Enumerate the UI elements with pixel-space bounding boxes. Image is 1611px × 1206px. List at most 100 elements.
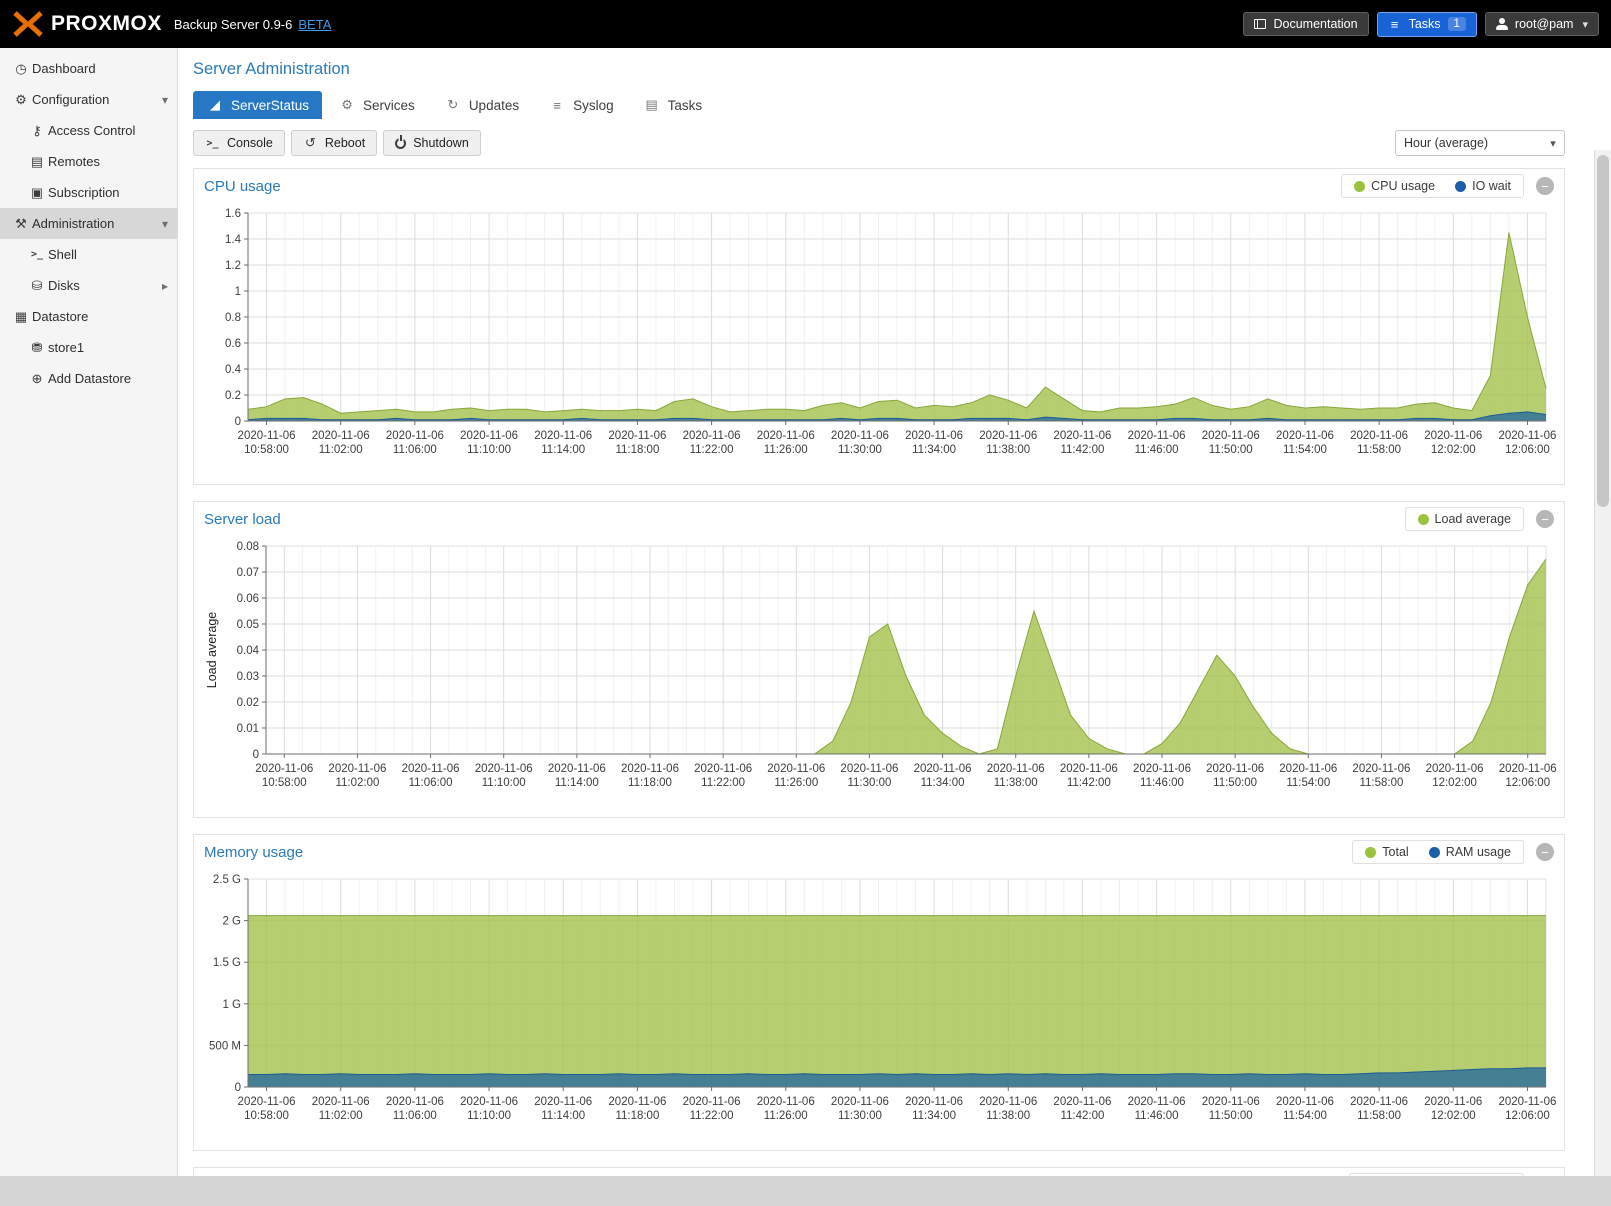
collapse-icon[interactable]: −	[1536, 510, 1554, 528]
tab-label: Services	[363, 98, 415, 113]
svg-text:Load average: Load average	[205, 612, 219, 689]
svg-text:11:34:00: 11:34:00	[912, 444, 956, 456]
svg-text:11:02:00: 11:02:00	[319, 1110, 363, 1122]
tab-label: Syslog	[573, 98, 614, 113]
svg-text:0.4: 0.4	[225, 364, 242, 376]
sidebar-item-disks[interactable]: ⛁Disks▸	[0, 270, 177, 301]
svg-text:0.04: 0.04	[237, 645, 260, 657]
tab-tasks[interactable]: ▤Tasks	[630, 91, 716, 119]
svg-text:11:54:00: 11:54:00	[1286, 777, 1330, 789]
svg-text:2020-11-06: 2020-11-06	[1352, 763, 1410, 775]
tab-label: Tasks	[668, 98, 703, 113]
svg-text:11:18:00: 11:18:00	[615, 1110, 659, 1122]
legend-item-io-wait[interactable]: IO wait	[1455, 179, 1511, 193]
legend-item-ram-usage[interactable]: RAM usage	[1429, 845, 1511, 859]
top-header: PROXMOX Backup Server 0.9-6 BETA Documen…	[0, 0, 1611, 48]
svg-text:2020-11-06: 2020-11-06	[1499, 763, 1556, 775]
refresh-icon: ↻	[444, 97, 462, 113]
tab-syslog[interactable]: ≡Syslog	[535, 91, 627, 119]
legend-dot-icon	[1429, 847, 1440, 858]
svg-text:12:02:00: 12:02:00	[1431, 1110, 1476, 1122]
reboot-button[interactable]: ↺Reboot	[291, 130, 377, 156]
sidebar-item-administration[interactable]: ⚒Administration▾	[0, 208, 177, 239]
svg-text:10:58:00: 10:58:00	[244, 444, 289, 456]
legend-item-load-average[interactable]: Load average	[1418, 512, 1511, 526]
power-icon	[395, 138, 406, 149]
documentation-button[interactable]: Documentation	[1243, 12, 1368, 36]
memory-usage-chart: 2020-11-0610:58:002020-11-0611:02:002020…	[202, 871, 1556, 1139]
svg-text:2020-11-06: 2020-11-06	[386, 1096, 444, 1108]
svg-text:11:42:00: 11:42:00	[1067, 777, 1111, 789]
svg-text:11:46:00: 11:46:00	[1140, 777, 1184, 789]
legend-label: Total	[1382, 845, 1408, 859]
svg-text:11:50:00: 11:50:00	[1209, 444, 1253, 456]
console-button[interactable]: >_Console	[193, 130, 285, 156]
disks-icon: ⛁	[28, 278, 46, 294]
sidebar-item-dashboard[interactable]: ◷Dashboard	[0, 53, 177, 84]
svg-text:11:30:00: 11:30:00	[838, 444, 882, 456]
svg-text:11:26:00: 11:26:00	[764, 1110, 808, 1122]
header-actions: Documentation ≡ Tasks 1 root@pam ▾	[1243, 12, 1599, 37]
sidebar-item-store1[interactable]: ⛃store1	[0, 332, 177, 363]
svg-text:2020-11-06: 2020-11-06	[1276, 1096, 1334, 1108]
tab-services[interactable]: ⚙Services	[325, 91, 428, 119]
user-icon	[1496, 18, 1508, 31]
sidebar-item-label: Datastore	[32, 309, 88, 324]
svg-text:2020-11-06: 2020-11-06	[1128, 1096, 1186, 1108]
svg-text:11:38:00: 11:38:00	[994, 777, 1038, 789]
svg-text:2020-11-06: 2020-11-06	[621, 763, 679, 775]
svg-text:11:06:00: 11:06:00	[393, 444, 437, 456]
collapse-icon[interactable]: −	[1536, 843, 1554, 861]
sidebar-item-label: Configuration	[32, 92, 109, 107]
legend-dot-icon	[1418, 514, 1429, 525]
sidebar-item-label: store1	[48, 340, 84, 355]
tasks-button[interactable]: ≡ Tasks 1	[1377, 12, 1477, 37]
sidebar-item-shell[interactable]: >_Shell	[0, 239, 177, 270]
chart-legend: Load average	[1405, 507, 1524, 531]
legend-label: IO wait	[1472, 179, 1511, 193]
svg-text:0.05: 0.05	[237, 619, 259, 631]
svg-text:2020-11-06: 2020-11-06	[1498, 1096, 1556, 1108]
sidebar-item-subscription[interactable]: ▣Subscription	[0, 177, 177, 208]
svg-text:11:02:00: 11:02:00	[319, 444, 363, 456]
sidebar-item-datastore[interactable]: ▦Datastore	[0, 301, 177, 332]
sidebar-item-add-datastore[interactable]: ⊕Add Datastore	[0, 363, 177, 394]
caret-down-icon[interactable]: ▾	[162, 93, 168, 107]
user-menu-button[interactable]: root@pam ▾	[1485, 12, 1599, 36]
beta-link[interactable]: BETA	[298, 17, 331, 32]
svg-text:11:58:00: 11:58:00	[1357, 1110, 1401, 1122]
svg-text:2020-11-06: 2020-11-06	[1202, 430, 1260, 442]
svg-text:11:54:00: 11:54:00	[1283, 1110, 1327, 1122]
server-load-chart: 2020-11-0610:58:002020-11-0611:02:002020…	[202, 538, 1556, 806]
sidebar-item-access-control[interactable]: ⚷Access Control	[0, 115, 177, 146]
sidebar-item-configuration[interactable]: ⚙Configuration▾	[0, 84, 177, 115]
svg-text:2020-11-06: 2020-11-06	[1206, 763, 1264, 775]
key-icon: ⚷	[28, 123, 46, 139]
caret-down-icon[interactable]: ▾	[162, 217, 168, 231]
shutdown-button[interactable]: Shutdown	[383, 130, 481, 156]
svg-text:12:02:00: 12:02:00	[1432, 777, 1477, 789]
chevron-down-icon: ▾	[1542, 137, 1564, 150]
svg-text:2020-11-06: 2020-11-06	[1053, 1096, 1111, 1108]
vertical-scrollbar[interactable]	[1594, 150, 1611, 1176]
time-range-select[interactable]: Hour (average) ▾	[1395, 130, 1565, 156]
scrollbar-thumb[interactable]	[1597, 155, 1609, 507]
svg-text:11:58:00: 11:58:00	[1357, 444, 1401, 456]
svg-text:2.5 G: 2.5 G	[213, 874, 241, 886]
collapse-icon[interactable]: −	[1536, 177, 1554, 195]
sidebar-item-label: Administration	[32, 216, 114, 231]
legend-item-cpu-usage[interactable]: CPU usage	[1354, 179, 1435, 193]
svg-text:2020-11-06: 2020-11-06	[683, 1096, 741, 1108]
sidebar-item-label: Add Datastore	[48, 371, 131, 386]
svg-text:11:30:00: 11:30:00	[838, 1110, 882, 1122]
tab-updates[interactable]: ↻Updates	[431, 91, 532, 119]
caret-right-icon[interactable]: ▸	[162, 279, 168, 293]
sidebar-item-label: Subscription	[48, 185, 120, 200]
svg-text:2020-11-06: 2020-11-06	[402, 763, 460, 775]
svg-text:11:34:00: 11:34:00	[912, 1110, 956, 1122]
panel-title: Server load	[204, 511, 281, 528]
sidebar-item-remotes[interactable]: ▤Remotes	[0, 146, 177, 177]
tab-serverstatus[interactable]: ◢ServerStatus	[193, 91, 322, 119]
sidebar-item-label: Dashboard	[32, 61, 96, 76]
legend-item-total[interactable]: Total	[1365, 845, 1408, 859]
